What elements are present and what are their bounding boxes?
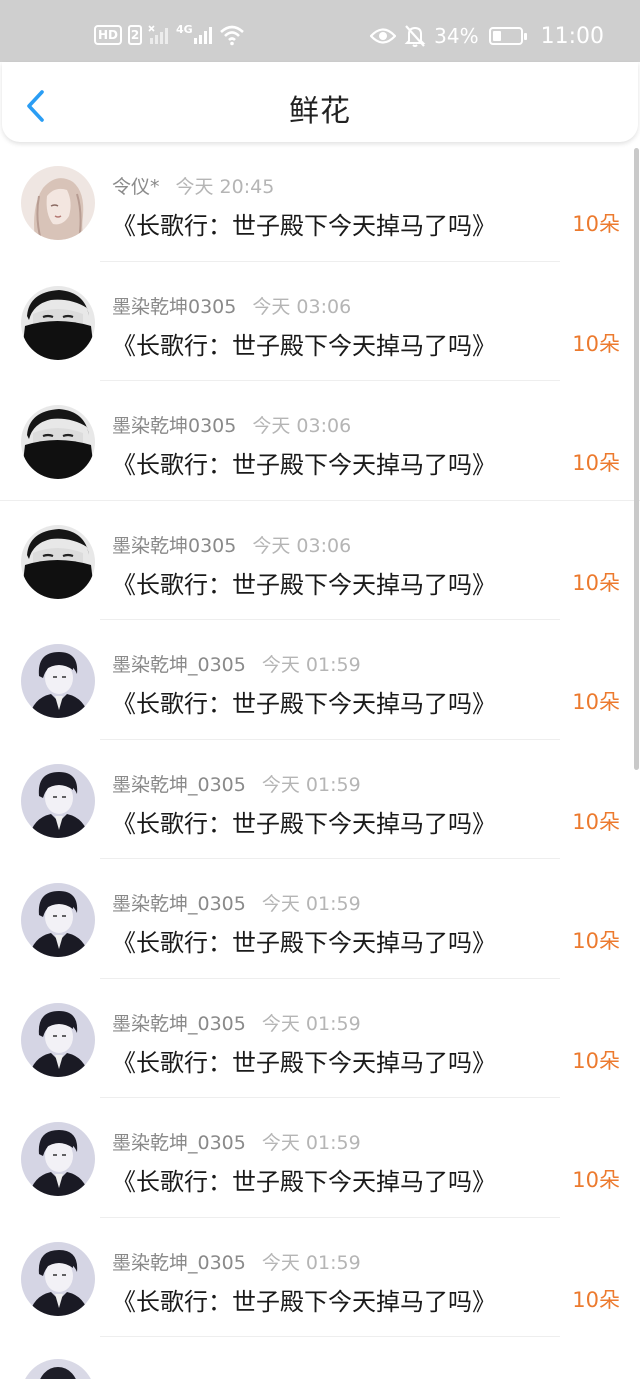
flower-count: 10朵 — [572, 331, 620, 356]
username: 墨染乾坤_0305 — [112, 893, 246, 915]
item-meta: 墨染乾坤0305 今天 03:06 — [112, 292, 351, 319]
flower-count: 10朵 — [572, 570, 620, 595]
username: 墨染乾坤0305 — [112, 415, 237, 437]
sim-slot-icon: 2 — [128, 25, 143, 45]
flower-gift-list: 令仪* 今天 20:45 《长歌行：世子殿下今天掉马了吗》 10朵 墨染乾坤0305 今天… — [0, 142, 640, 1337]
username: 墨染乾坤_0305 — [112, 773, 246, 796]
timestamp: 今天 20:45 — [175, 176, 275, 198]
flower-count: 10朵 — [572, 212, 620, 236]
avatar[interactable] — [21, 405, 95, 479]
avatar[interactable] — [21, 1122, 95, 1196]
book-title: 《长歌行：世子殿下今天掉马了吗》 — [112, 1287, 496, 1316]
username: 墨染乾坤_0305 — [112, 654, 246, 676]
battery-level-fill — [492, 31, 502, 41]
timestamp: 今天 03:06 — [252, 534, 352, 557]
hd-icon: HD — [94, 25, 123, 45]
avatar[interactable] — [21, 524, 95, 599]
next-row-avatar — [21, 1359, 95, 1379]
flower-count: 10朵 — [572, 809, 620, 834]
avatar[interactable] — [21, 763, 95, 838]
book-title: 《长歌行：世子殿下今天掉马了吗》 — [112, 929, 496, 957]
list-item[interactable]: 墨染乾坤_0305 今天 01:59 《长歌行：世子殿下今天掉马了吗》 10朵 — [0, 979, 640, 1098]
flower-count: 10朵 — [572, 1048, 620, 1073]
avatar[interactable] — [21, 285, 95, 360]
status-right: 34% 11:00 — [370, 22, 604, 50]
item-meta: 墨染乾坤_0305 今天 01:59 — [112, 1009, 361, 1036]
status-left: HD 2 4G — [94, 22, 245, 48]
wifi-icon — [219, 25, 244, 46]
item-meta: 墨染乾坤_0305 今天 01:59 — [112, 650, 361, 677]
clock-time: 11:00 — [540, 23, 604, 49]
book-title: 《长歌行：世子殿下今天掉马了吗》 — [112, 1048, 496, 1077]
list-item[interactable]: 墨染乾坤_0305 今天 01:59 《长歌行：世子殿下今天掉马了吗》 10朵 — [0, 740, 640, 859]
item-meta: 墨染乾坤_0305 今天 01:59 — [112, 770, 361, 797]
item-meta: 墨染乾坤_0305 今天 01:59 — [112, 1128, 361, 1155]
username: 墨染乾坤_0305 — [112, 1012, 246, 1035]
header: 鲜花 — [2, 62, 638, 142]
flower-count: 10朵 — [572, 451, 620, 475]
timestamp: 今天 01:59 — [261, 654, 361, 676]
battery-percent: 34% — [434, 24, 479, 48]
book-title: 《长歌行：世子殿下今天掉马了吗》 — [112, 1168, 496, 1196]
item-meta: 令仪* 今天 20:45 — [112, 172, 274, 199]
list-item[interactable]: 墨染乾坤_0305 今天 01:59 《长歌行：世子殿下今天掉马了吗》 10朵 — [0, 1098, 640, 1218]
book-title: 《长歌行：世子殿下今天掉马了吗》 — [112, 690, 496, 718]
username: 令仪* — [112, 176, 160, 198]
timestamp: 今天 01:59 — [261, 773, 361, 796]
eye-icon — [370, 28, 397, 44]
avatar[interactable] — [21, 644, 95, 718]
mute-bell-icon — [404, 25, 426, 47]
network-type-label: 4G — [176, 23, 193, 36]
signal-icon — [193, 27, 212, 44]
scrollbar[interactable] — [634, 148, 639, 770]
timestamp: 今天 01:59 — [261, 893, 361, 915]
battery-icon — [488, 27, 527, 45]
list-item[interactable]: 令仪* 今天 20:45 《长歌行：世子殿下今天掉马了吗》 10朵 — [0, 142, 640, 262]
list-item[interactable]: 墨染乾坤0305 今天 03:06 《长歌行：世子殿下今天掉马了吗》 10朵 — [0, 501, 640, 620]
avatar[interactable] — [21, 1002, 95, 1077]
timestamp: 今天 01:59 — [261, 1132, 361, 1154]
username: 墨染乾坤_0305 — [112, 1251, 246, 1274]
divider — [100, 1336, 560, 1337]
avatar[interactable] — [21, 883, 95, 957]
flower-count: 10朵 — [572, 929, 620, 953]
flower-count: 10朵 — [572, 1168, 620, 1192]
signal-off-icon — [148, 25, 169, 44]
book-title: 《长歌行：世子殿下今天掉马了吗》 — [112, 809, 496, 838]
timestamp: 今天 01:59 — [261, 1012, 361, 1035]
item-meta: 墨染乾坤0305 今天 03:06 — [112, 531, 351, 558]
list-item[interactable]: 墨染乾坤0305 今天 03:06 《长歌行：世子殿下今天掉马了吗》 10朵 — [0, 262, 640, 381]
book-title: 《长歌行：世子殿下今天掉马了吗》 — [112, 212, 496, 240]
list-item[interactable]: 墨染乾坤0305 今天 03:06 《长歌行：世子殿下今天掉马了吗》 10朵 — [0, 381, 640, 501]
avatar[interactable] — [21, 166, 95, 240]
list-item[interactable]: 墨染乾坤_0305 今天 01:59 《长歌行：世子殿下今天掉马了吗》 10朵 — [0, 859, 640, 979]
username: 墨染乾坤0305 — [112, 534, 237, 557]
username: 墨染乾坤_0305 — [112, 1132, 246, 1154]
page-title: 鲜花 — [289, 94, 351, 129]
timestamp: 今天 03:06 — [252, 415, 352, 437]
timestamp: 今天 03:06 — [252, 295, 352, 318]
avatar[interactable] — [21, 1241, 95, 1316]
username: 墨染乾坤0305 — [112, 295, 237, 318]
list-item[interactable]: 墨染乾坤_0305 今天 01:59 《长歌行：世子殿下今天掉马了吗》 10朵 — [0, 1218, 640, 1337]
flower-count: 10朵 — [572, 1287, 620, 1312]
book-title: 《长歌行：世子殿下今天掉马了吗》 — [112, 331, 496, 360]
item-meta: 墨染乾坤0305 今天 03:06 — [112, 411, 351, 438]
book-title: 《长歌行：世子殿下今天掉马了吗》 — [112, 451, 496, 479]
book-title: 《长歌行：世子殿下今天掉马了吗》 — [112, 570, 496, 599]
flower-count: 10朵 — [572, 690, 620, 714]
item-meta: 墨染乾坤_0305 今天 01:59 — [112, 889, 361, 916]
list-item[interactable]: 墨染乾坤_0305 今天 01:59 《长歌行：世子殿下今天掉马了吗》 10朵 — [0, 620, 640, 740]
timestamp: 今天 01:59 — [261, 1251, 361, 1274]
item-meta: 墨染乾坤_0305 今天 01:59 — [112, 1248, 361, 1275]
status-bar: HD 2 4G 34% 11:00 — [0, 0, 640, 62]
